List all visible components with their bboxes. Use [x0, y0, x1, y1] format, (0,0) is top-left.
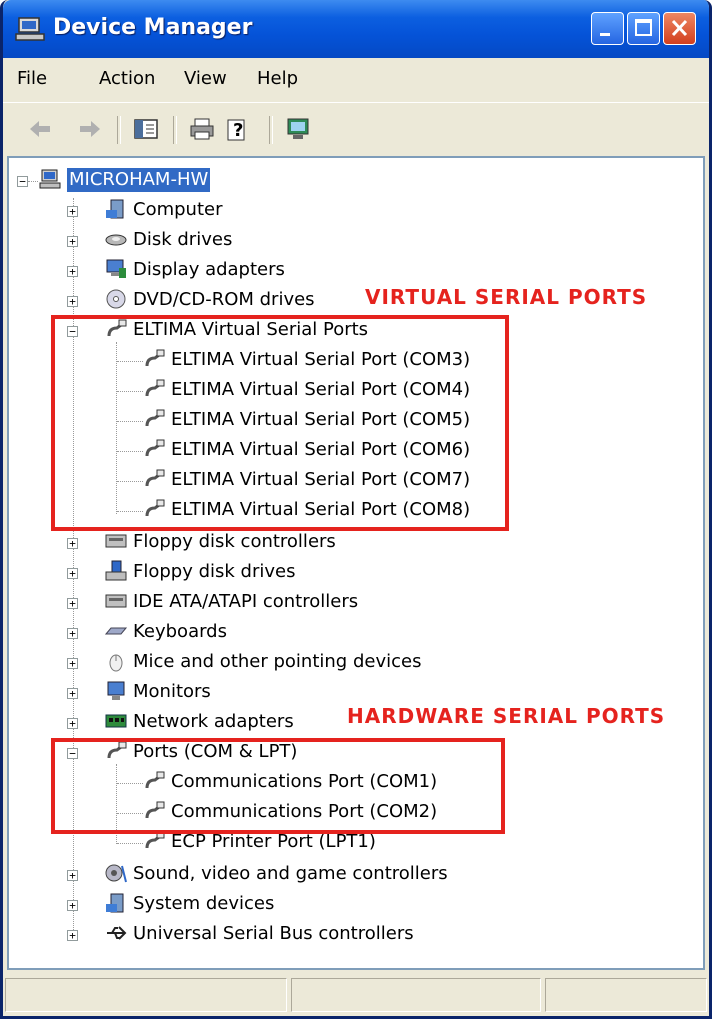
- tree-item-computer[interactable]: Computer: [133, 198, 222, 222]
- toolbar-separator: [269, 116, 273, 144]
- expand-toggle[interactable]: +: [67, 628, 78, 639]
- ide-controller-icon: [105, 594, 127, 608]
- expand-toggle[interactable]: +: [67, 538, 78, 549]
- mouse-icon: [109, 654, 123, 672]
- expand-toggle[interactable]: +: [67, 266, 78, 277]
- hardware-ports-highlight: [51, 738, 505, 834]
- tree-item-keyboards[interactable]: Keyboards: [133, 620, 227, 644]
- status-pane: [545, 978, 707, 1012]
- expand-toggle[interactable]: +: [67, 870, 78, 881]
- device-manager-icon: [15, 17, 45, 41]
- forward-icon[interactable]: [77, 116, 103, 142]
- tree-item-floppy-drives[interactable]: Floppy disk drives: [133, 560, 295, 584]
- network-adapter-icon: [105, 714, 127, 728]
- menu-file[interactable]: File: [17, 68, 47, 90]
- menu-help[interactable]: Help: [257, 68, 298, 90]
- device-tree[interactable]: − MICROHAM-HW + Computer + Disk drives +…: [7, 156, 705, 970]
- toolbar-separator: [117, 116, 121, 144]
- properties-help-icon[interactable]: ?: [225, 116, 251, 142]
- tree-item-dvd-drives[interactable]: DVD/CD-ROM drives: [133, 288, 315, 312]
- hardware-ports-annotation: HARDWARE SERIAL PORTS: [347, 704, 666, 728]
- scan-hardware-icon[interactable]: [285, 116, 311, 142]
- menu-view[interactable]: View: [184, 68, 227, 90]
- expand-toggle[interactable]: +: [67, 206, 78, 217]
- tree-item-display-adapters[interactable]: Display adapters: [133, 258, 285, 282]
- expand-toggle[interactable]: +: [67, 568, 78, 579]
- sound-icon: [105, 864, 127, 883]
- toolbar-separator: [173, 116, 177, 144]
- svg-text:?: ?: [233, 120, 243, 141]
- close-button[interactable]: [663, 12, 696, 45]
- tree-item-disk-drives[interactable]: Disk drives: [133, 228, 232, 252]
- expand-toggle[interactable]: +: [67, 658, 78, 669]
- close-icon: [671, 19, 688, 37]
- tree-item-floppy-controllers[interactable]: Floppy disk controllers: [133, 530, 336, 554]
- maximize-icon: [635, 19, 652, 36]
- expand-toggle[interactable]: +: [67, 688, 78, 699]
- tree-item-mice[interactable]: Mice and other pointing devices: [133, 650, 421, 674]
- expand-toggle[interactable]: +: [67, 296, 78, 307]
- tree-item-system-devices[interactable]: System devices: [133, 892, 274, 916]
- tree-item-monitors[interactable]: Monitors: [133, 680, 211, 704]
- tree-item-usb[interactable]: Universal Serial Bus controllers: [133, 922, 414, 946]
- monitor-icon: [107, 681, 125, 700]
- collapse-toggle[interactable]: −: [17, 176, 28, 187]
- floppy-drive-icon: [105, 560, 127, 581]
- tree-item-network-adapters[interactable]: Network adapters: [133, 710, 294, 734]
- expand-toggle[interactable]: +: [67, 236, 78, 247]
- maximize-button[interactable]: [627, 12, 660, 45]
- expand-toggle[interactable]: +: [67, 900, 78, 911]
- tree-connector: [117, 843, 143, 844]
- computer-icon: [106, 199, 124, 219]
- system-devices-icon: [106, 893, 124, 913]
- tree-item-ide-controllers[interactable]: IDE ATA/ATAPI controllers: [133, 590, 358, 614]
- tree-connector: [28, 181, 38, 182]
- computer-icon: [39, 169, 61, 189]
- usb-icon: [107, 926, 127, 940]
- status-pane: [291, 978, 541, 1012]
- floppy-controller-icon: [105, 534, 127, 548]
- tree-root-label[interactable]: MICROHAM-HW: [67, 168, 211, 192]
- show-hide-console-tree-icon[interactable]: [133, 116, 159, 142]
- back-icon[interactable]: [27, 116, 53, 142]
- keyboard-icon: [105, 627, 127, 635]
- virtual-ports-annotation: VIRTUAL SERIAL PORTS: [365, 285, 648, 309]
- minimize-icon: [600, 33, 610, 36]
- disk-drive-icon: [105, 234, 127, 246]
- virtual-ports-highlight: [51, 315, 509, 531]
- title-bar[interactable]: Device Manager: [3, 0, 709, 58]
- expand-toggle[interactable]: +: [67, 718, 78, 729]
- display-adapter-icon: [106, 259, 126, 278]
- window-title: Device Manager: [53, 15, 253, 40]
- toolbar: ?: [3, 104, 709, 154]
- tree-item-sound[interactable]: Sound, video and game controllers: [133, 862, 448, 886]
- expand-toggle[interactable]: +: [67, 598, 78, 609]
- expand-toggle[interactable]: +: [67, 930, 78, 941]
- device-manager-window: Device Manager File Action View Help ? −…: [0, 0, 712, 1019]
- print-icon[interactable]: [189, 116, 215, 142]
- minimize-button[interactable]: [591, 12, 624, 45]
- status-bar: [3, 972, 709, 1016]
- dvd-drive-icon: [106, 289, 126, 309]
- menu-action[interactable]: Action: [99, 68, 155, 90]
- status-pane: [5, 978, 287, 1012]
- menu-bar: File Action View Help: [3, 58, 709, 103]
